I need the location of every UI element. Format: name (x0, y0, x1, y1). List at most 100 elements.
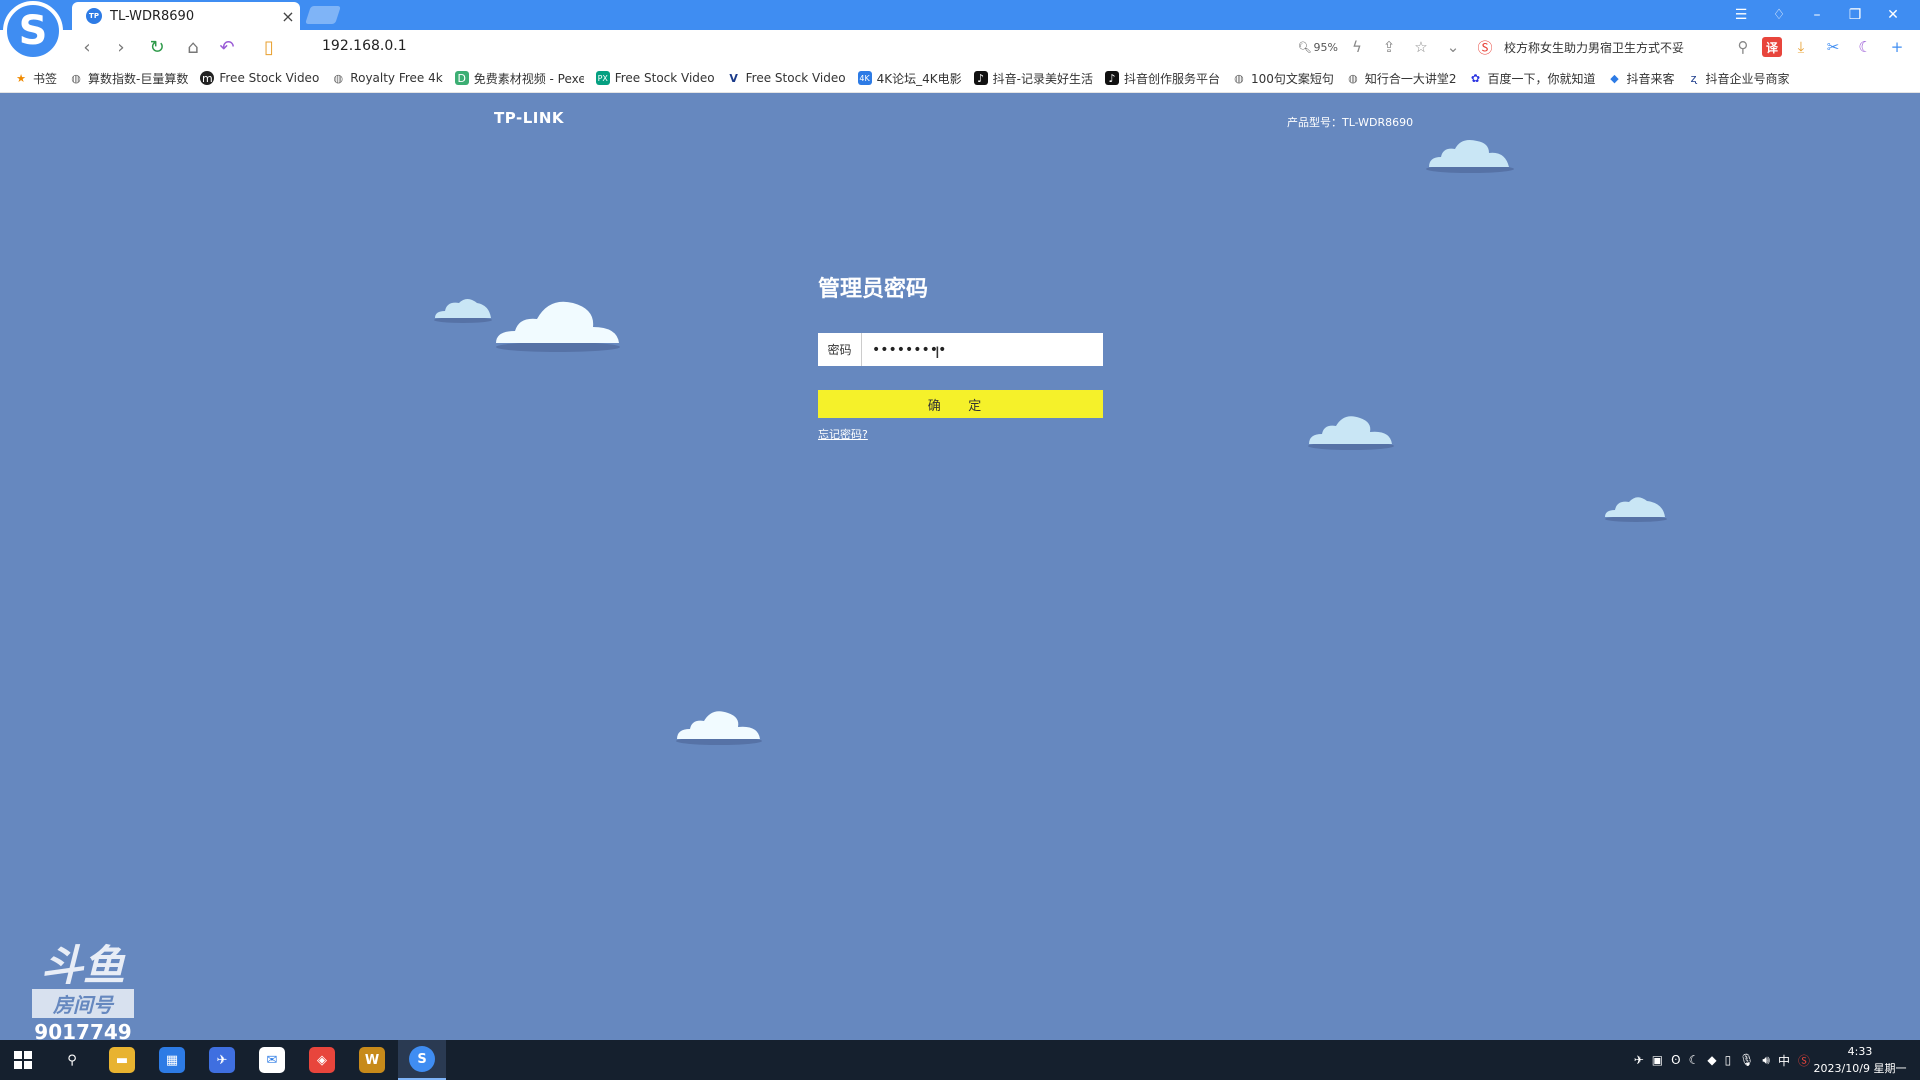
bookmark-item[interactable]: ★ 书签 (14, 70, 57, 87)
translate-icon[interactable]: 译 (1762, 37, 1782, 57)
ime-indicator[interactable]: 中 (1778, 1052, 1790, 1069)
forward-icon[interactable]: › (108, 35, 134, 59)
windows-icon (14, 1051, 32, 1069)
app-tray-icon[interactable]: ▣ (1652, 1053, 1663, 1067)
sogou-browser-logo[interactable]: S (3, 1, 63, 61)
add-icon[interactable]: + (1884, 34, 1910, 60)
bookmark-item[interactable]: 4K 4K论坛_4K电影 (857, 70, 962, 87)
minimize-icon[interactable]: – (1798, 0, 1836, 30)
reader-icon[interactable]: ▯ (256, 35, 282, 59)
text-cursor-icon: I (935, 343, 940, 362)
tiktok-icon: ♪ (973, 71, 988, 85)
globe-icon: ◍ (1348, 71, 1358, 85)
night-mode-icon[interactable]: ☾ (1852, 34, 1878, 60)
w-icon: W (359, 1047, 385, 1073)
browser-toolbar: ‹ › ↻ ⌂ ↶ ▯ 192.168.0.1 🔍︎ 95% ϟ ⇪ ☆ ⌄ Ⓢ… (0, 30, 1920, 64)
download-icon[interactable]: ⤓ (1788, 34, 1814, 60)
app-button[interactable]: ◈ (298, 1040, 346, 1080)
bookmark-item[interactable]: ʐ 抖音企业号商家 (1687, 70, 1790, 87)
bookmark-item[interactable]: ♪ 抖音创作服务平台 (1104, 70, 1220, 87)
restore-icon[interactable]: ❐ (1836, 0, 1874, 30)
globe-icon: ◍ (71, 71, 81, 85)
password-label: 密码 (818, 333, 862, 366)
bookmarks-bar: ★ 书签 ◍ 算数指数-巨量算数 m Free Stock Video ◍ Royalt… (0, 64, 1920, 93)
back-icon[interactable]: ‹ (74, 35, 100, 59)
bookmark-item[interactable]: m Free Stock Video (200, 71, 319, 85)
globe-icon: ◍ (1234, 71, 1244, 85)
cloud-icon (496, 301, 620, 352)
toolbar-right: 🔍︎ 95% ϟ ⇪ ☆ ⌄ Ⓢ 校方称女生助力男宿卫生方式不妥 ⚲ 译 ⤓ ✂… (1298, 34, 1910, 60)
system-clock[interactable]: 4:33 2023/10/9 星期一 (1810, 1043, 1910, 1077)
new-tab-button[interactable] (305, 6, 341, 24)
bookmark-item[interactable]: ◍ Royalty Free 4k (331, 71, 442, 85)
router-login-page: TP-LINK 产品型号：TL-WDR8690 管理员密码 密码 I 确 定 忘… (0, 93, 1920, 1040)
menu-icon[interactable]: ☰ (1722, 0, 1760, 30)
search-icon[interactable]: ⚲ (1730, 34, 1756, 60)
bookmark-item[interactable]: PX Free Stock Video (595, 71, 715, 85)
zoom-indicator[interactable]: 🔍︎ 95% (1298, 41, 1338, 54)
d-icon: D (454, 71, 469, 85)
cloud-icon (1605, 497, 1667, 522)
address-bar[interactable]: 192.168.0.1 (322, 38, 407, 54)
bird-icon: ✈ (209, 1047, 235, 1073)
sogou-browser-button[interactable]: S (398, 1040, 446, 1080)
bookmark-item[interactable]: ◍ 知行合一大讲堂2 (1346, 70, 1456, 87)
reload-icon[interactable]: ↻ (144, 35, 170, 59)
bookmark-item[interactable]: D 免费素材视频 - Pexels (454, 70, 584, 87)
chevron-down-icon[interactable]: ⌄ (1440, 34, 1466, 60)
bookmark-item[interactable]: V Free Stock Video (727, 71, 845, 85)
tplink-favicon-icon: TP (86, 8, 102, 24)
store-button[interactable]: ▦ (148, 1040, 196, 1080)
cloud-icon (676, 711, 762, 745)
sogou-search-icon[interactable]: Ⓢ (1472, 34, 1498, 60)
share-icon[interactable]: ⇪ (1376, 34, 1402, 60)
tiktok-icon: ♪ (1104, 71, 1119, 85)
4k-icon: 4K (857, 71, 872, 85)
tab-title: TL-WDR8690 (110, 8, 195, 24)
volume-icon[interactable]: 🔊︎ (1762, 1053, 1770, 1068)
search-taskbar-button[interactable]: ⚲ (48, 1040, 96, 1080)
bluetooth-tray-icon[interactable]: ʘ (1671, 1053, 1680, 1067)
bookmark-star-icon[interactable]: ☆ (1408, 34, 1434, 60)
forgot-password-link[interactable]: 忘记密码? (818, 426, 868, 442)
lightning-icon[interactable]: ϟ (1344, 34, 1370, 60)
skin-icon[interactable]: ♢ (1760, 0, 1798, 30)
bookmark-item[interactable]: ♪ 抖音-记录美好生活 (973, 70, 1093, 87)
zoom-icon: 🔍︎ (1297, 40, 1312, 54)
bookmark-item[interactable]: ✿ 百度一下，你就知道 (1469, 70, 1596, 87)
mail-app-button[interactable]: ✉ (248, 1040, 296, 1080)
file-explorer-button[interactable]: ▬ (98, 1040, 146, 1080)
sogou-ime-icon[interactable]: Ⓢ (1798, 1052, 1810, 1069)
confirm-button[interactable]: 确 定 (818, 390, 1103, 418)
close-window-icon[interactable]: ✕ (1874, 0, 1912, 30)
antivirus-tray-icon[interactable]: ◆ (1707, 1053, 1716, 1067)
mail-icon: ✉ (259, 1047, 285, 1073)
start-button[interactable] (0, 1040, 46, 1080)
wow-button[interactable]: W (348, 1040, 396, 1080)
password-field: 密码 (818, 333, 1103, 366)
tab-tl-wdr8690[interactable]: TP TL-WDR8690 × (72, 2, 300, 30)
room-label: 房间号 (32, 989, 134, 1018)
password-input[interactable] (862, 333, 1103, 366)
windows-taskbar: ⚲ ▬ ▦ ✈ ✉ ◈ W S ✈ ▣ ʘ ☾ ◆ ▯ 🎙︎ 🔊︎ 中 Ⓢ 4:… (0, 1040, 1920, 1080)
network-tray-icon[interactable]: ☾ (1689, 1053, 1700, 1067)
usb-tray-icon[interactable]: ▯ (1725, 1053, 1732, 1067)
bookmark-item[interactable]: ◆ 抖音来客 (1608, 70, 1674, 87)
bookmark-item[interactable]: ◍ 算数指数-巨量算数 (69, 70, 188, 87)
feishu-tray-icon[interactable]: ✈ (1634, 1053, 1644, 1067)
screenshot-icon[interactable]: ✂ (1820, 34, 1846, 60)
feishu-button[interactable]: ✈ (198, 1040, 246, 1080)
cloud-icon (434, 299, 492, 323)
cloud-icon (1308, 416, 1394, 450)
tab-close-icon[interactable]: × (276, 7, 300, 26)
search-icon: ⚲ (67, 1052, 77, 1068)
douyu-watermark: 斗鱼 房间号 9017749 (30, 943, 136, 1040)
clock-time: 4:33 (1847, 1045, 1873, 1058)
microphone-icon[interactable]: 🎙︎ (1739, 1053, 1754, 1067)
undo-close-icon[interactable]: ↶ (214, 35, 240, 59)
search-input[interactable]: 校方称女生助力男宿卫生方式不妥 (1504, 39, 1724, 56)
bookmark-item[interactable]: ◍ 100句文案短句 (1232, 70, 1334, 87)
tplink-logo: TP-LINK (494, 109, 565, 127)
home-icon[interactable]: ⌂ (180, 35, 206, 59)
browser-titlebar: S TP TL-WDR8690 × ☰ ♢ – ❐ ✕ (0, 0, 1920, 61)
